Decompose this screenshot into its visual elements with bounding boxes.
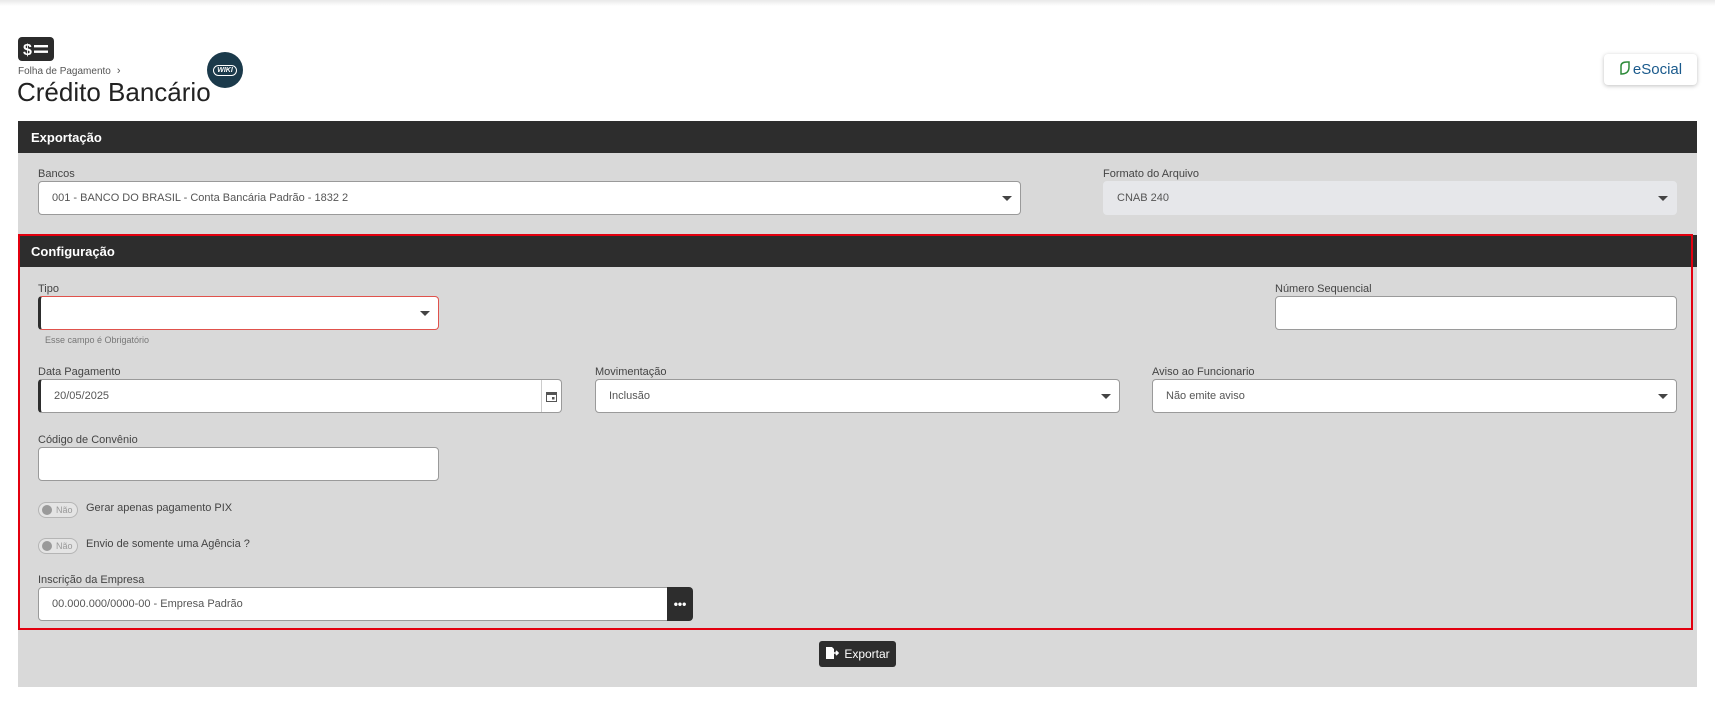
pix-label: Gerar apenas pagamento PIX bbox=[86, 502, 233, 514]
chevron-down-icon bbox=[1002, 196, 1012, 201]
toggle-knob bbox=[42, 541, 52, 551]
config-section-title: Configuração bbox=[31, 243, 115, 259]
config-section-header: Configuração bbox=[18, 235, 1697, 267]
numero-sequencial-label: Número Sequencial bbox=[1275, 283, 1372, 295]
data-pagamento-input[interactable]: 20/05/2025 bbox=[38, 379, 562, 413]
agencia-label: Envio de somente uma Agência ? bbox=[86, 538, 250, 550]
inscricao-value: 00.000.000/0000-00 - Empresa Padrão bbox=[52, 598, 243, 610]
esocial-button[interactable]: eSocial bbox=[1604, 54, 1697, 85]
data-pagamento-label: Data Pagamento bbox=[38, 366, 121, 378]
aviso-label: Aviso ao Funcionario bbox=[1152, 366, 1255, 378]
inscricao-lookup-button[interactable]: ••• bbox=[667, 587, 693, 621]
chevron-down-icon bbox=[1658, 394, 1668, 399]
page-title: Crédito Bancário bbox=[17, 77, 211, 107]
tipo-select[interactable] bbox=[38, 296, 439, 330]
bancos-select[interactable]: 001 - BANCO DO BRASIL - Conta Bancária P… bbox=[38, 181, 1021, 215]
payment-module-icon: $ bbox=[18, 37, 54, 61]
agencia-toggle[interactable]: Não bbox=[38, 538, 78, 554]
movimentacao-select[interactable]: Inclusão bbox=[595, 379, 1120, 413]
inscricao-input[interactable]: 00.000.000/0000-00 - Empresa Padrão bbox=[38, 587, 670, 621]
tipo-error-hint: Esse campo é Obrigatório bbox=[45, 335, 150, 345]
breadcrumb: Folha de Pagamento › bbox=[18, 65, 121, 77]
top-shadow bbox=[0, 0, 1715, 6]
export-section-title: Exportação bbox=[31, 129, 102, 145]
data-pagamento-value: 20/05/2025 bbox=[54, 390, 110, 402]
toggle-knob bbox=[42, 505, 52, 515]
chevron-down-icon bbox=[420, 311, 430, 316]
formato-label: Formato do Arquivo bbox=[1103, 168, 1199, 180]
convenio-label: Código de Convênio bbox=[38, 434, 138, 446]
bancos-value: 001 - BANCO DO BRASIL - Conta Bancária P… bbox=[52, 192, 349, 204]
export-file-icon bbox=[825, 646, 840, 663]
wiki-label: WIKI bbox=[213, 64, 237, 76]
chevron-right-icon: › bbox=[116, 65, 121, 77]
chevron-down-icon bbox=[1658, 196, 1668, 201]
aviso-value: Não emite aviso bbox=[1166, 390, 1245, 402]
wiki-button[interactable]: WIKI bbox=[207, 52, 243, 88]
breadcrumb-parent-link[interactable]: Folha de Pagamento bbox=[18, 66, 111, 77]
bancos-label: Bancos bbox=[38, 168, 75, 180]
svg-text:$: $ bbox=[23, 42, 32, 58]
movimentacao-label: Movimentação bbox=[595, 366, 667, 378]
more-icon: ••• bbox=[673, 597, 687, 611]
esocial-leaf-icon bbox=[1619, 61, 1631, 78]
esocial-label: eSocial bbox=[1632, 61, 1683, 78]
formato-value: CNAB 240 bbox=[1117, 192, 1169, 204]
pix-toggle[interactable]: Não bbox=[38, 502, 78, 518]
export-label: Exportar bbox=[844, 647, 890, 661]
formato-select: CNAB 240 bbox=[1103, 181, 1677, 215]
movimentacao-value: Inclusão bbox=[609, 390, 650, 402]
calendar-icon[interactable] bbox=[541, 380, 561, 412]
numero-sequencial-input[interactable] bbox=[1275, 296, 1677, 330]
agencia-toggle-state: Não bbox=[56, 541, 73, 551]
pix-toggle-state: Não bbox=[56, 505, 73, 515]
inscricao-label: Inscrição da Empresa bbox=[38, 574, 145, 586]
convenio-input[interactable] bbox=[38, 447, 439, 481]
tipo-label: Tipo bbox=[38, 283, 59, 295]
aviso-select[interactable]: Não emite aviso bbox=[1152, 379, 1677, 413]
export-section-header: Exportação bbox=[18, 121, 1697, 153]
export-button[interactable]: Exportar bbox=[819, 641, 896, 667]
chevron-down-icon bbox=[1101, 394, 1111, 399]
